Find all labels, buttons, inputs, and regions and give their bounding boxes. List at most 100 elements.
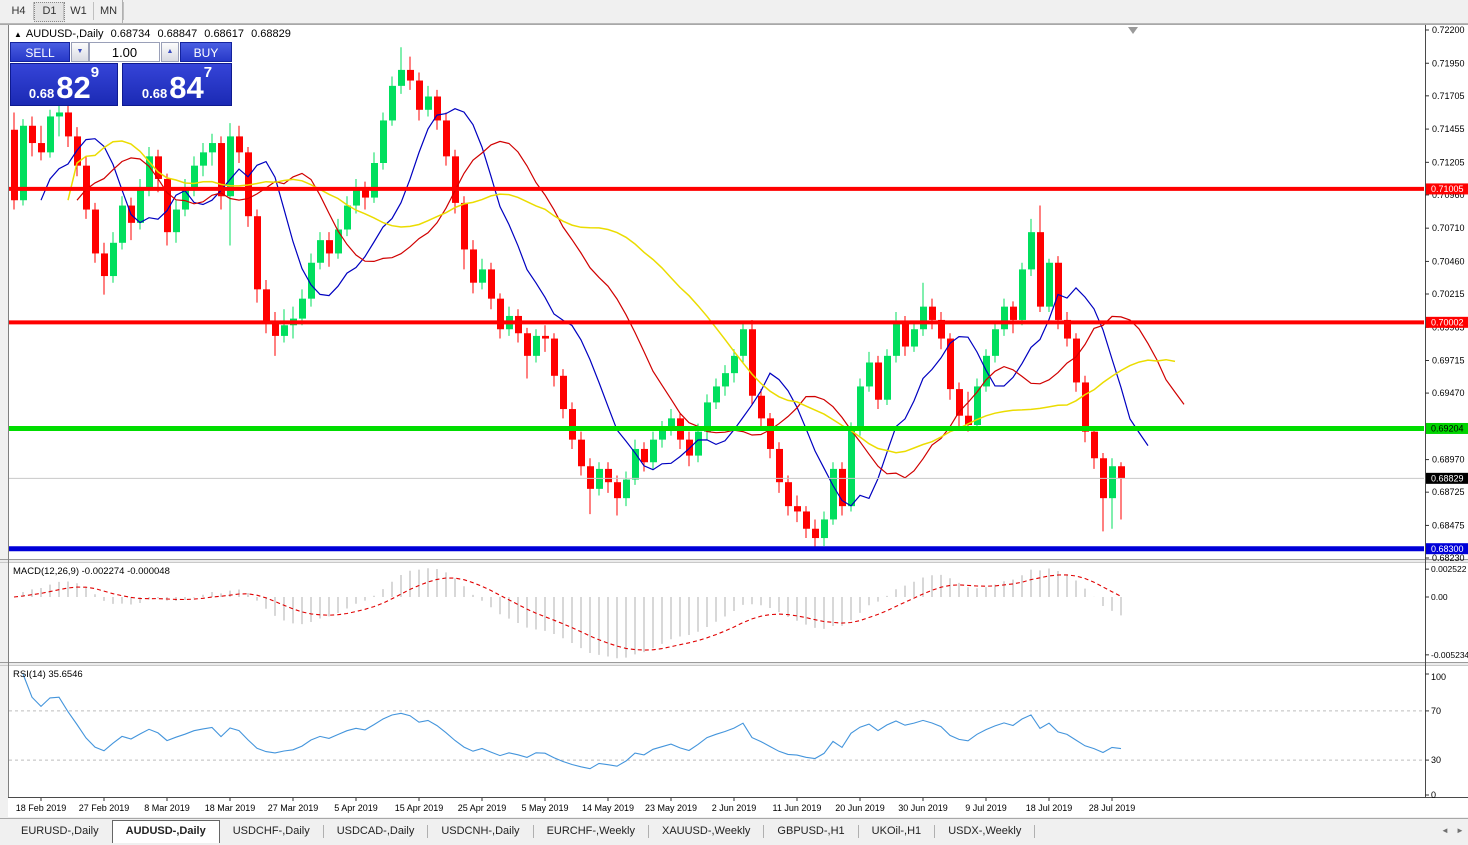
candle bbox=[542, 336, 549, 339]
price-tick-label: 0.71705 bbox=[1432, 91, 1465, 101]
chart-ohlc-header: ▲AUDUSD-,Daily 0.68734 0.68847 0.68617 0… bbox=[14, 28, 295, 40]
price-tick-label: 0.70460 bbox=[1432, 256, 1465, 266]
date-tick-label: 27 Mar 2019 bbox=[268, 803, 319, 813]
chart-canvas: 0.722000.719500.717050.714550.712050.709… bbox=[0, 23, 1468, 844]
chart-tab-eurchf-weekly[interactable]: EURCHF-,Weekly bbox=[534, 821, 648, 842]
macd-values: -0.002274 -0.000048 bbox=[82, 566, 170, 577]
sell-price-big: 82 bbox=[56, 75, 90, 101]
ohlc-close: 0.68829 bbox=[251, 28, 291, 40]
candle bbox=[731, 356, 738, 373]
chart-tab-audusd-daily[interactable]: AUDUSD-,Daily bbox=[112, 820, 220, 843]
candle bbox=[101, 253, 108, 276]
candle bbox=[821, 519, 828, 538]
candle bbox=[803, 511, 810, 528]
candle bbox=[920, 307, 927, 330]
chart-tab-gbpusd-h1[interactable]: GBPUSD-,H1 bbox=[764, 821, 857, 842]
candle bbox=[1019, 269, 1026, 320]
timeframe-button-mn[interactable]: MN bbox=[94, 2, 123, 20]
chart-tab-usdchf-daily[interactable]: USDCHF-,Daily bbox=[220, 821, 323, 842]
candle bbox=[1073, 339, 1080, 383]
buy-price-button[interactable]: 0.68 84 7 bbox=[122, 63, 232, 106]
chart-tab-ukoil-h1[interactable]: UKOil-,H1 bbox=[859, 821, 935, 842]
volume-increase-button[interactable]: ▲ bbox=[161, 42, 179, 62]
candle bbox=[398, 70, 405, 86]
chart-tab-xauusd-weekly[interactable]: XAUUSD-,Weekly bbox=[649, 821, 763, 842]
mt4-terminal: { "toolbar": { "timeframes": [ {"label":… bbox=[0, 0, 1468, 844]
date-tick-label: 20 Jun 2019 bbox=[835, 803, 885, 813]
macd-axis-label: 0.00 bbox=[1431, 592, 1448, 602]
sell-price-pipette: 9 bbox=[91, 66, 99, 79]
candle bbox=[407, 70, 414, 81]
candle bbox=[695, 432, 702, 456]
candle bbox=[326, 240, 333, 253]
candle bbox=[380, 120, 387, 163]
candle bbox=[1082, 382, 1089, 431]
candle bbox=[110, 243, 117, 276]
rsi-value: 35.6546 bbox=[48, 669, 82, 680]
candle bbox=[416, 81, 423, 110]
chart-tab-usdcnh-daily[interactable]: USDCNH-,Daily bbox=[428, 821, 532, 842]
chart-tab-eurusd-daily[interactable]: EURUSD-,Daily bbox=[8, 821, 112, 842]
candle bbox=[1091, 432, 1098, 459]
tab-scroll-right-icon[interactable]: ► bbox=[1456, 826, 1464, 835]
price-tick-label: 0.68475 bbox=[1432, 520, 1465, 530]
candle bbox=[479, 269, 486, 282]
candle bbox=[452, 156, 459, 203]
candle bbox=[758, 396, 765, 419]
candle bbox=[1118, 466, 1125, 478]
macd-indicator-label: MACD(12,26,9) -0.002274 -0.000048 bbox=[13, 566, 170, 577]
volume-decrease-button[interactable]: ▼ bbox=[71, 42, 89, 62]
candle bbox=[848, 429, 855, 506]
candle bbox=[785, 482, 792, 506]
candle bbox=[614, 482, 621, 498]
candle bbox=[578, 440, 585, 467]
buy-price-pipette: 7 bbox=[204, 66, 212, 79]
chart-tab-usdcad-daily[interactable]: USDCAD-,Daily bbox=[324, 821, 428, 842]
volume-input[interactable] bbox=[89, 42, 160, 62]
date-tick-label: 27 Feb 2019 bbox=[79, 803, 130, 813]
macd-axis-label: 0.002522 bbox=[1431, 564, 1467, 574]
sell-price-button[interactable]: 0.68 82 9 bbox=[10, 63, 118, 106]
macd-axis-label: -0.005234 bbox=[1431, 650, 1468, 660]
timeframe-button-w1[interactable]: W1 bbox=[64, 2, 93, 20]
candle bbox=[623, 480, 630, 499]
toolbar-separator bbox=[123, 2, 124, 20]
candle bbox=[794, 506, 801, 511]
candle bbox=[533, 336, 540, 356]
candle bbox=[551, 339, 558, 376]
candle bbox=[587, 466, 594, 489]
date-tick-label: 25 Apr 2019 bbox=[458, 803, 507, 813]
candle bbox=[191, 166, 198, 190]
candle bbox=[236, 136, 243, 152]
candle bbox=[56, 112, 63, 116]
chart-tab-usdx-weekly[interactable]: USDX-,Weekly bbox=[935, 821, 1034, 842]
timeframe-button-d1[interactable]: D1 bbox=[34, 2, 65, 22]
date-tick-label: 28 Jul 2019 bbox=[1089, 803, 1136, 813]
candle bbox=[425, 97, 432, 110]
candle bbox=[434, 97, 441, 121]
candle bbox=[830, 469, 837, 520]
candle bbox=[182, 190, 189, 210]
panel-collapse-icon[interactable]: ▲ bbox=[14, 30, 22, 39]
candle bbox=[605, 469, 612, 482]
sell-button[interactable]: SELL bbox=[10, 42, 70, 62]
candle bbox=[722, 373, 729, 386]
candle bbox=[911, 329, 918, 346]
price-badge-label: 0.68300 bbox=[1431, 544, 1464, 554]
candle bbox=[641, 449, 648, 462]
rsi-axis-label: 100 bbox=[1431, 672, 1446, 682]
buy-button[interactable]: BUY bbox=[180, 42, 232, 62]
ohlc-low: 0.68617 bbox=[204, 28, 244, 40]
price-tick-label: 0.68230 bbox=[1432, 553, 1465, 563]
candle bbox=[857, 386, 864, 429]
timeframe-button-h4[interactable]: H4 bbox=[4, 2, 33, 20]
date-tick-label: 30 Jun 2019 bbox=[898, 803, 948, 813]
price-tick-label: 0.70710 bbox=[1432, 223, 1465, 233]
period-toolbar: H4D1W1MN bbox=[0, 0, 1468, 24]
candle bbox=[254, 216, 261, 289]
chart-tabbar: EURUSD-,DailyAUDUSD-,DailyUSDCHF-,DailyU… bbox=[0, 818, 1468, 845]
ohlc-high: 0.68847 bbox=[157, 28, 197, 40]
tab-scroll-left-icon[interactable]: ◄ bbox=[1441, 826, 1449, 835]
date-tick-label: 2 Jun 2019 bbox=[712, 803, 757, 813]
candle bbox=[776, 449, 783, 482]
